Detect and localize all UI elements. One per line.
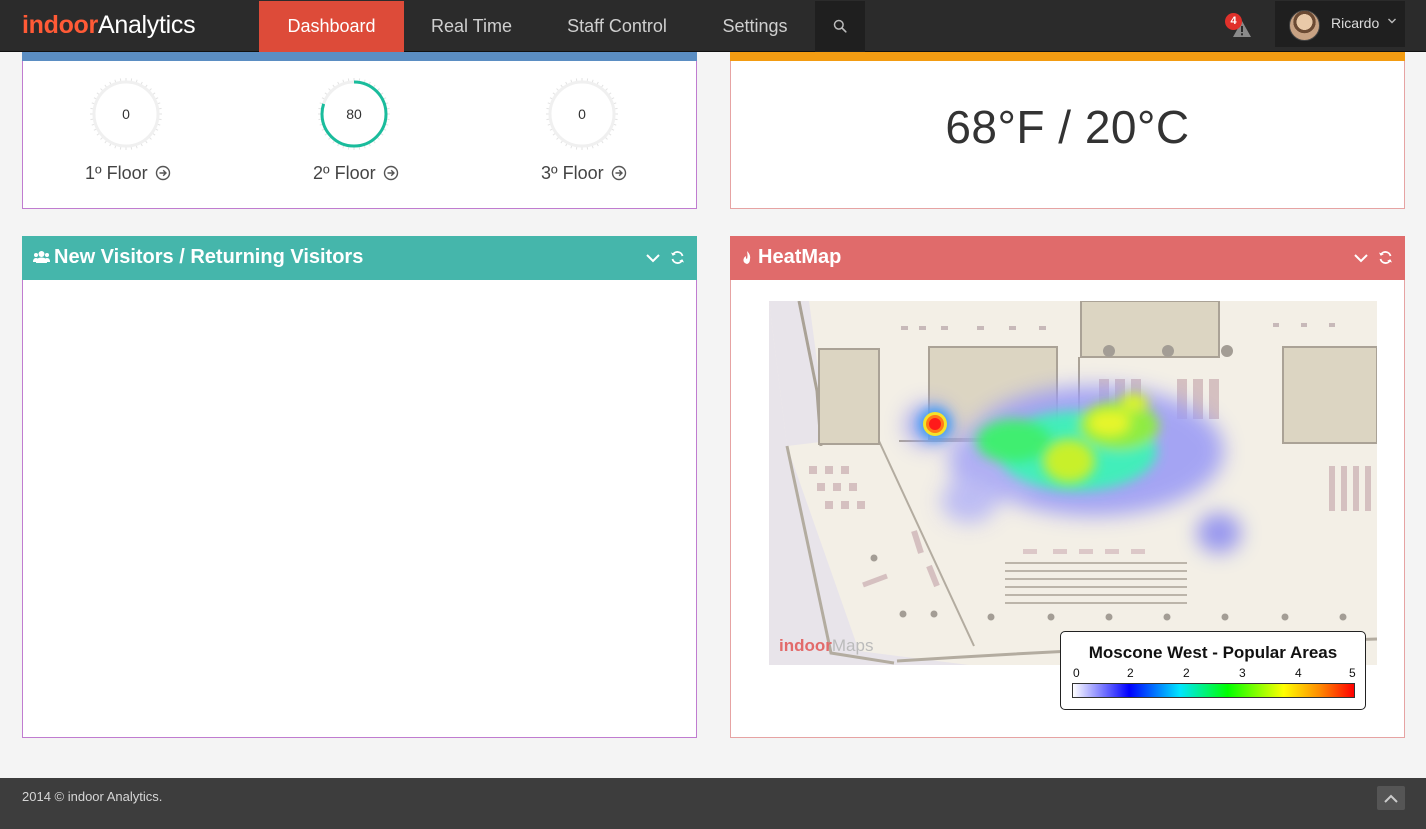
floor-1-label: 1º Floor — [85, 163, 148, 183]
collapse-chevron-icon[interactable] — [645, 252, 661, 264]
top-navbar: indoorAnalytics Dashboard Real Time Staf… — [0, 0, 1426, 59]
search-icon — [833, 19, 847, 33]
arrow-circle-right-icon — [611, 165, 626, 181]
floor-1-gauge: 0 — [88, 76, 168, 152]
legend-tick: 2 — [1127, 666, 1134, 680]
visitors-panel-header: New Visitors / Returning Visitors — [22, 236, 697, 280]
floor-3-gauge: 0 — [544, 76, 624, 152]
legend-tick: 0 — [1073, 666, 1080, 680]
chevron-up-icon — [1384, 794, 1398, 803]
heatmap-legend: Moscone West - Popular Areas 0 2 2 3 4 5 — [1060, 631, 1366, 710]
scroll-to-top-button[interactable] — [1377, 786, 1405, 810]
legend-ticks: 0 2 2 3 4 5 — [1070, 666, 1360, 682]
watermark-part1: indoor — [779, 636, 832, 655]
temperature-value: 68°F / 20°C — [945, 101, 1190, 153]
floorplan-map — [769, 301, 1377, 665]
floor-2-gauge-value: 80 — [346, 106, 362, 122]
footer: 2014 © indoor Analytics. — [0, 778, 1426, 829]
heatmap-panel-header: HeatMap — [730, 236, 1405, 280]
footer-copyright: 2014 © indoor Analytics. — [22, 789, 163, 804]
refresh-icon[interactable] — [670, 250, 685, 265]
floor-3-gauge-value: 0 — [578, 106, 586, 122]
alerts-button[interactable]: 4 — [1222, 10, 1256, 42]
heatmap-panel: HeatMap indoorMaps Moscone West - Popula… — [730, 236, 1405, 738]
temperature-panel: 68°F / 20°C — [730, 52, 1405, 209]
arrow-circle-right-icon — [155, 165, 170, 181]
collapse-chevron-icon[interactable] — [1353, 252, 1369, 264]
floor-3-label: 3º Floor — [541, 163, 604, 183]
nav-staff-control[interactable]: Staff Control — [539, 1, 695, 52]
floor-1-link[interactable]: 1º Floor — [85, 163, 171, 184]
panel-header-strip — [22, 52, 697, 61]
legend-tick: 3 — [1239, 666, 1246, 680]
heatmap-floorplan[interactable]: indoorMaps — [769, 301, 1377, 665]
legend-tick: 4 — [1295, 666, 1302, 680]
floors-occupancy-panel: 0 1º Floor 80 2º Floor 0 3º Floor — [22, 52, 697, 209]
chevron-down-icon — [1388, 18, 1396, 24]
legend-tick: 2 — [1183, 666, 1190, 680]
nav-settings[interactable]: Settings — [695, 1, 815, 52]
alerts-count-badge: 4 — [1225, 13, 1242, 30]
user-name: Ricardo — [1331, 15, 1380, 31]
brand-part1: indoor — [22, 11, 98, 39]
visitors-panel-title: New Visitors / Returning Visitors — [54, 246, 364, 268]
nav-dashboard[interactable]: Dashboard — [259, 1, 404, 59]
visitors-panel: New Visitors / Returning Visitors — [22, 236, 697, 738]
legend-title: Moscone West - Popular Areas — [1088, 643, 1338, 662]
search-button[interactable] — [815, 1, 865, 52]
panel-header-strip — [730, 52, 1405, 61]
floor-2-gauge: 80 — [316, 76, 396, 152]
users-icon — [33, 251, 50, 263]
heatmap-panel-title: HeatMap — [758, 246, 842, 268]
fire-icon — [743, 251, 751, 264]
nav-real-time[interactable]: Real Time — [404, 1, 539, 52]
indoormaps-watermark: indoorMaps — [779, 636, 873, 656]
floor-3-link[interactable]: 3º Floor — [541, 163, 627, 184]
legend-tick: 5 — [1349, 666, 1356, 680]
floor-1-gauge-value: 0 — [122, 106, 130, 122]
floor-2-link[interactable]: 2º Floor — [313, 163, 399, 184]
user-menu[interactable]: Ricardo — [1275, 1, 1405, 47]
avatar — [1289, 10, 1320, 41]
brand-part2: Analytics — [97, 11, 196, 39]
floor-2-label: 2º Floor — [313, 163, 376, 183]
watermark-part2: Maps — [831, 636, 874, 655]
brand-logo[interactable]: indoorAnalytics — [22, 11, 196, 40]
refresh-icon[interactable] — [1378, 250, 1393, 265]
legend-color-scale — [1072, 683, 1355, 698]
arrow-circle-right-icon — [383, 165, 398, 181]
